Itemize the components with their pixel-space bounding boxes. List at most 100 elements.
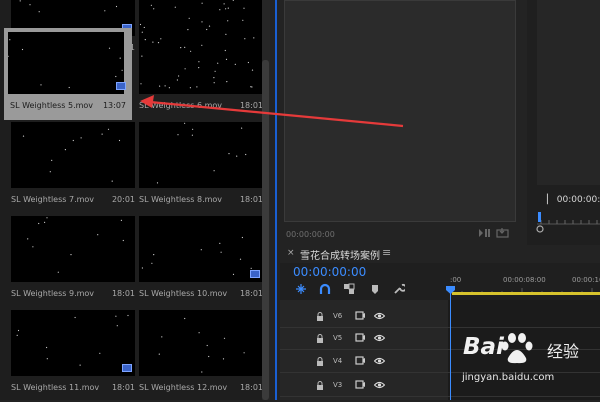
snow-particles — [156, 122, 247, 184]
snow-speck — [250, 86, 252, 88]
sync-lock-icon[interactable] — [355, 333, 366, 342]
timeline-close-button[interactable]: × — [287, 248, 295, 258]
clip-preview[interactable] — [8, 32, 124, 94]
snow-speck — [184, 46, 186, 48]
clip-preview[interactable] — [139, 216, 263, 282]
clip-name[interactable]: SL Weightless 8.mov — [139, 195, 222, 204]
snow-speck — [227, 7, 229, 9]
snow-speck — [141, 55, 143, 57]
clip-preview[interactable] — [139, 122, 263, 188]
timeline-menu-icon[interactable]: ≡ — [382, 246, 391, 259]
snow-speck — [174, 6, 176, 8]
snow-speck — [188, 17, 190, 19]
lock-icon[interactable] — [316, 312, 324, 321]
snow-speck — [120, 219, 122, 221]
program-timecode-value[interactable]: 00:00:00:00 — [557, 195, 600, 205]
snow-speck — [80, 137, 82, 139]
clip-name[interactable]: SL Weightless 5.mov — [10, 101, 93, 110]
project-scrollbar-thumb[interactable] — [262, 60, 269, 400]
clip-name[interactable]: SL Weightless 10.mov — [139, 289, 227, 298]
export-frame-icon[interactable] — [478, 228, 492, 238]
snow-speck — [111, 180, 113, 182]
snow-speck — [225, 58, 228, 60]
snow-speck — [251, 86, 253, 88]
program-timecode[interactable]: ▏ 00:00:00:00 — [547, 195, 600, 205]
snow-speck — [21, 48, 24, 51]
snow-speck — [198, 67, 200, 69]
sync-lock-icon[interactable] — [355, 311, 366, 320]
snow-speck — [152, 41, 154, 43]
snow-speck — [200, 249, 202, 251]
snow-speck — [189, 87, 191, 89]
snow-speck — [232, 273, 235, 275]
snow-speck — [164, 85, 166, 87]
program-time-ruler[interactable] — [537, 212, 600, 226]
snow-speck — [101, 133, 103, 135]
track-label[interactable]: V3 — [333, 381, 342, 389]
eye-icon[interactable] — [374, 312, 385, 320]
clip-thumbnail[interactable]: SL Weightless 9.mov 18:01 — [11, 216, 135, 308]
snow-speck — [236, 155, 238, 157]
clip-preview[interactable] — [11, 310, 135, 376]
clip-name[interactable]: SL Weightless 11.mov — [11, 383, 99, 392]
magnet-icon[interactable] — [319, 283, 331, 295]
snow-speck — [245, 153, 247, 156]
clip-duration: 13:07 — [102, 101, 126, 110]
source-timecode[interactable]: 00:00:00:00 — [286, 230, 335, 239]
clip-preview[interactable] — [11, 216, 135, 282]
clip-name[interactable]: SL Weightless 6.mov — [139, 101, 222, 110]
clip-thumbnail[interactable]: SL Weightless 5.mov 13:07 — [4, 28, 132, 120]
clip-preview[interactable] — [139, 28, 263, 94]
snow-particles — [158, 317, 245, 373]
wrench-icon[interactable] — [393, 283, 405, 295]
lock-icon[interactable] — [316, 381, 324, 390]
sync-lock-icon[interactable] — [355, 356, 366, 365]
clip-name[interactable]: SL Weightless 12.mov — [139, 383, 227, 392]
lock-icon[interactable] — [316, 357, 324, 366]
clip-thumbnail[interactable]: SL Weightless 11.mov 18:01 — [11, 310, 135, 402]
panel-divider[interactable] — [275, 0, 277, 400]
video-track[interactable]: V6 — [280, 306, 600, 328]
clip-thumbnail[interactable]: SL Weightless 8.mov 18:01 — [139, 122, 263, 214]
snow-speck — [220, 251, 222, 253]
clip-name[interactable]: SL Weightless 7.mov — [11, 195, 94, 204]
timeline-playhead-icon[interactable] — [446, 286, 455, 294]
clip-thumbnail[interactable]: SL Weightless 7.mov 20:01 — [11, 122, 135, 214]
timeline-sequence-title[interactable]: 雪花合成转场案例 — [300, 247, 380, 262]
snow-speck — [184, 122, 186, 124]
timeline-time-ruler[interactable] — [448, 268, 600, 300]
eye-icon[interactable] — [374, 357, 385, 365]
clip-thumbnail[interactable]: SL Weightless 10.mov 18:01 — [139, 216, 263, 308]
clip-thumbnail[interactable]: SL Weightless 12.mov 18:01 — [139, 310, 263, 402]
snow-speck — [234, 63, 236, 65]
track-label[interactable]: V4 — [333, 357, 342, 365]
snow-speck — [160, 38, 162, 40]
track-label[interactable]: V5 — [333, 334, 342, 342]
snow-speck — [201, 21, 203, 23]
snow-speck — [115, 5, 118, 8]
snow-speck — [222, 358, 225, 360]
linked-selection-icon[interactable] — [343, 283, 355, 295]
program-playhead-icon[interactable] — [536, 212, 544, 234]
snow-speck — [184, 317, 186, 320]
ripple-icon[interactable] — [295, 283, 307, 295]
lock-icon[interactable] — [316, 334, 324, 343]
snow-speck — [141, 267, 143, 269]
marker-icon[interactable] — [369, 283, 381, 295]
clip-preview[interactable] — [139, 310, 263, 376]
snow-speck — [198, 61, 200, 63]
timeline-timecode[interactable]: 00:00:00:00 — [293, 265, 366, 279]
eye-icon[interactable] — [374, 334, 385, 342]
track-label[interactable]: V6 — [333, 312, 342, 320]
clip-name[interactable]: SL Weightless 9.mov — [11, 289, 94, 298]
eye-icon[interactable] — [374, 381, 385, 389]
snow-speck — [29, 4, 31, 6]
work-area-bar[interactable] — [452, 292, 600, 295]
clip-preview[interactable] — [11, 122, 135, 188]
clip-thumbnail[interactable]: SL Weightless 6.mov 18:01 — [139, 28, 263, 120]
snow-speck — [180, 47, 182, 49]
insert-icon[interactable] — [496, 228, 510, 238]
snow-speck — [177, 134, 179, 136]
sync-lock-icon[interactable] — [355, 380, 366, 389]
timeline-playhead-line[interactable] — [450, 292, 451, 400]
